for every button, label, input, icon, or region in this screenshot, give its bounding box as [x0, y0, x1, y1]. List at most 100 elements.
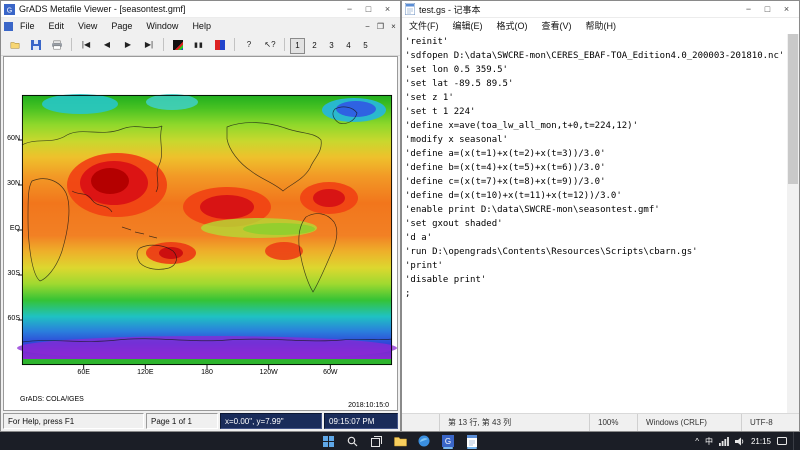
notepad-statusbar: 第 13 行, 第 43 列 100% Windows (CRLF) UTF-8	[402, 413, 799, 431]
open-folder-icon	[10, 40, 20, 50]
script-line: 'print'	[405, 259, 784, 273]
next-page-button[interactable]: ▶	[118, 35, 138, 54]
plot-timestamp-label: 2018:10:15:0	[348, 402, 389, 409]
close-button[interactable]: ×	[777, 2, 796, 17]
file-explorer-icon[interactable]	[389, 432, 411, 450]
status-help-text: For Help, press F1	[3, 413, 144, 429]
frame-mode-button[interactable]: ▮▮	[189, 35, 209, 54]
script-line: 'sdfopen D:\data\SWCRE-mon\CERES_EBAF-TO…	[405, 49, 784, 63]
notepad-titlebar[interactable]: test.gs - 记事本 − □ ×	[402, 1, 799, 18]
notepad-taskbar-icon	[467, 435, 477, 447]
notepad-menu-0[interactable]: 文件(F)	[402, 18, 446, 34]
script-line: 'set gxout shaded'	[405, 217, 784, 231]
toolbar-separator	[284, 38, 285, 51]
notepad-text-editor[interactable]: 'reinit''sdfopen D:\data\SWCRE-mon\CERES…	[402, 34, 787, 413]
network-icon[interactable]	[719, 437, 729, 446]
maximize-button[interactable]: □	[758, 2, 777, 17]
start-button[interactable]	[317, 432, 339, 450]
windows-logo-icon	[323, 436, 334, 447]
notepad-menu-1[interactable]: 编辑(E)	[446, 18, 490, 34]
toolbar-separator	[71, 38, 72, 51]
status-clock: 09:15:07 PM	[324, 413, 398, 429]
script-line: 'modify x seasonal'	[405, 133, 784, 147]
lat-tick-label: 60S	[5, 315, 20, 322]
vertical-scrollbar[interactable]	[787, 34, 799, 413]
grads-toolbar: |◀ ◀ ▶ ▶| ▮▮ ? ↖? 12345	[1, 34, 400, 56]
encoding-indicator: UTF-8	[741, 414, 799, 431]
scrollbar-thumb[interactable]	[788, 34, 798, 184]
grads-menu-view[interactable]: View	[71, 18, 104, 34]
print-button[interactable]	[47, 35, 67, 54]
grads-viewer-window: G GrADS Metafile Viewer - [seasontest.gm…	[0, 0, 401, 432]
page-button-5[interactable]: 5	[358, 38, 373, 54]
script-line: 'reinit'	[405, 35, 784, 49]
maximize-button[interactable]: □	[359, 2, 378, 17]
tray-overflow-chevron[interactable]: ^	[695, 437, 699, 446]
notepad-app-icon	[405, 3, 415, 15]
notepad-menubar: 文件(F)编辑(E)格式(O)查看(V)帮助(H)	[402, 18, 799, 35]
save-button[interactable]	[26, 35, 46, 54]
line-ending-indicator: Windows (CRLF)	[637, 414, 741, 431]
mdi-close-button[interactable]: ×	[387, 22, 400, 31]
script-line: 'set z 1'	[405, 91, 784, 105]
notepad-menu-2[interactable]: 格式(O)	[490, 18, 535, 34]
grads-menu-file[interactable]: File	[13, 18, 42, 34]
notepad-menu-3[interactable]: 查看(V)	[535, 18, 579, 34]
task-view-button[interactable]	[365, 432, 387, 450]
grads-taskbar-icon: G	[442, 435, 454, 447]
script-line: 'run D:\opengrads\Contents\Resources\Scr…	[405, 245, 784, 259]
color-mode-button[interactable]	[210, 35, 230, 54]
open-button[interactable]	[5, 35, 25, 54]
last-page-button[interactable]: ▶|	[139, 35, 159, 54]
lon-tick-label: 180	[201, 369, 213, 376]
context-help-button[interactable]: ↖?	[260, 35, 280, 54]
script-line: 'd a'	[405, 231, 784, 245]
script-line: 'enable print D:\data\SWCRE-mon\seasonte…	[405, 203, 784, 217]
volume-icon[interactable]	[735, 437, 745, 446]
printer-icon	[52, 40, 62, 50]
toolbar-separator	[163, 38, 164, 51]
window-title: GrADS Metafile Viewer - [seasontest.gmf]	[19, 4, 185, 14]
mdi-restore-button[interactable]: ❐	[374, 22, 387, 31]
plot-canvas: GrADS: COLA/IGES 2018:10:15:0 60N30NEQ30…	[3, 56, 398, 411]
toolbar-separator	[234, 38, 235, 51]
grads-menu-edit[interactable]: Edit	[42, 18, 72, 34]
ime-indicator[interactable]: 中	[705, 436, 713, 447]
bw-display-button[interactable]	[168, 35, 188, 54]
close-button[interactable]: ×	[378, 2, 397, 17]
lat-tick-label: EQ	[5, 225, 20, 232]
page-button-1[interactable]: 1	[290, 38, 305, 54]
notepad-menu-4[interactable]: 帮助(H)	[579, 18, 624, 34]
lon-tick-label: 60W	[323, 369, 337, 376]
page-number-buttons: 12345	[289, 35, 374, 54]
notification-center-icon[interactable]	[777, 436, 787, 446]
svg-text:G: G	[445, 437, 451, 446]
page-button-3[interactable]: 3	[324, 38, 339, 54]
search-button[interactable]	[341, 432, 363, 450]
lat-tick-label: 30S	[5, 270, 20, 277]
page-button-2[interactable]: 2	[307, 38, 322, 54]
mdi-minimize-button[interactable]: −	[361, 22, 374, 31]
prev-page-button[interactable]: ◀	[97, 35, 117, 54]
mdi-child-icon[interactable]	[4, 22, 13, 31]
grads-menubar: FileEditViewPageWindowHelp − ❐ ×	[1, 18, 400, 35]
lat-tick-label: 60N	[5, 135, 20, 142]
grads-taskbar-button[interactable]: G	[437, 432, 459, 450]
cursor-position-indicator: 第 13 行, 第 43 列	[439, 414, 589, 431]
grads-menu-help[interactable]: Help	[185, 18, 218, 34]
folder-icon	[394, 436, 407, 447]
help-button[interactable]: ?	[239, 35, 259, 54]
page-button-4[interactable]: 4	[341, 38, 356, 54]
grads-menu-page[interactable]: Page	[104, 18, 139, 34]
grads-menu-window[interactable]: Window	[139, 18, 185, 34]
show-desktop-button[interactable]	[793, 432, 797, 450]
edge-browser-icon[interactable]	[413, 432, 435, 450]
first-page-button[interactable]: |◀	[76, 35, 96, 54]
clock[interactable]: 21:15	[751, 437, 771, 446]
grads-menu-items: FileEditViewPageWindowHelp	[13, 18, 218, 34]
minimize-button[interactable]: −	[739, 2, 758, 17]
script-line: 'disable print'	[405, 273, 784, 287]
minimize-button[interactable]: −	[340, 2, 359, 17]
notepad-taskbar-button[interactable]	[461, 432, 483, 450]
grads-titlebar[interactable]: G GrADS Metafile Viewer - [seasontest.gm…	[1, 1, 400, 18]
